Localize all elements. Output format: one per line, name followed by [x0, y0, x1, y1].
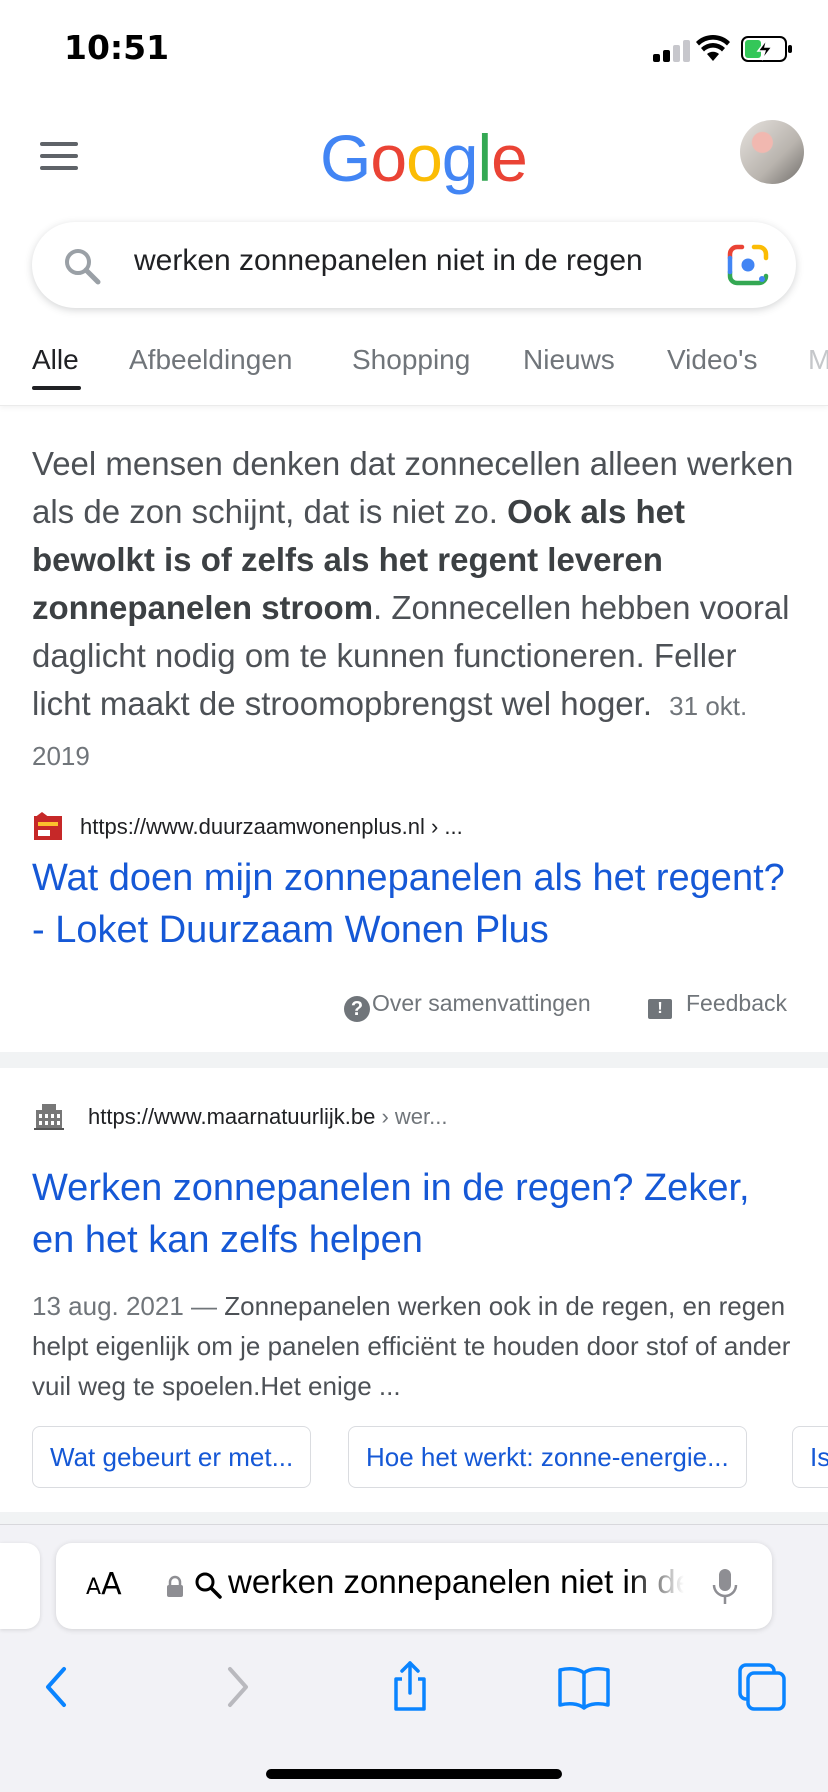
about-label: Over samenvattingen: [372, 990, 591, 1016]
account-avatar[interactable]: [740, 120, 804, 184]
safari-toolbar: AA werken zonnepanelen niet in de regen: [0, 1524, 828, 1792]
tab-videos[interactable]: Video's: [667, 344, 757, 376]
feedback-link[interactable]: ! Feedback: [648, 990, 787, 1019]
active-tab-indicator: [32, 386, 81, 390]
wifi-icon: [696, 34, 730, 61]
result-date: 13 aug. 2021: [32, 1291, 184, 1321]
logo-letter: l: [477, 121, 493, 195]
sitelink-chip[interactable]: Hoe het werkt: zonne-energie...: [348, 1426, 747, 1488]
result-divider: [0, 1512, 828, 1524]
featured-snippet-text: Veel mensen denken dat zonnecellen allee…: [32, 440, 802, 780]
aa-small: A: [86, 1575, 102, 1600]
bookmarks-icon[interactable]: [554, 1657, 614, 1717]
logo-letter: o: [406, 121, 443, 195]
status-bar: 10:51: [0, 0, 828, 100]
source-crumb: › wer...: [375, 1104, 448, 1129]
aa-large: A: [101, 1567, 122, 1602]
tab-shopping[interactable]: Shopping: [352, 344, 470, 376]
google-lens-icon[interactable]: [726, 244, 770, 286]
address-text: werken zonnepanelen niet in de regen: [228, 1563, 684, 1600]
home-indicator: [266, 1769, 562, 1779]
microphone-icon[interactable]: [712, 1567, 738, 1607]
logo-letter: G: [320, 121, 371, 195]
address-bar[interactable]: AA werken zonnepanelen niet in de regen: [56, 1543, 772, 1629]
logo-letter: e: [491, 121, 528, 195]
about-snippets-link[interactable]: ? Over samenvattingen: [344, 990, 591, 1022]
battery-charging-icon: [741, 36, 792, 62]
back-icon[interactable]: [28, 1657, 88, 1717]
source-domain: https://www.maarnatuurlijk.be: [88, 1104, 376, 1129]
feedback-icon: !: [648, 999, 672, 1019]
google-logo[interactable]: Google: [320, 120, 528, 196]
source-crumb: › ...: [424, 814, 463, 839]
source-domain: https://www.duurzaamwonenplus.nl: [80, 814, 425, 839]
share-icon[interactable]: [380, 1657, 440, 1717]
building-favicon-icon: [34, 1104, 64, 1130]
tabs-icon[interactable]: [732, 1657, 792, 1717]
tab-more[interactable]: M: [808, 344, 828, 376]
tab-afbeeldingen[interactable]: Afbeeldingen: [129, 344, 292, 376]
google-header: Google: [0, 100, 828, 220]
result-source[interactable]: https://www.maarnatuurlijk.be › wer...: [32, 1098, 802, 1138]
result-title-link[interactable]: Werken zonnepanelen in de regen? Zeker, …: [32, 1162, 802, 1266]
snippet-footer: ? Over samenvattingen ! Feedback: [0, 984, 828, 1026]
search-tabs: Alle Afbeeldingen Shopping Nieuws Video'…: [0, 336, 828, 406]
snippet-source[interactable]: https://www.duurzaamwonenplus.nl › ...: [32, 810, 802, 846]
search-icon: [195, 1572, 222, 1599]
search-input[interactable]: werken zonnepanelen niet in de regen: [134, 244, 643, 278]
site-favicon-icon: [32, 810, 64, 842]
tab-nieuws[interactable]: Nieuws: [523, 344, 615, 376]
result-separator: —: [183, 1291, 225, 1321]
hamburger-menu-icon[interactable]: [40, 142, 80, 172]
previous-tab-peek[interactable]: [0, 1543, 40, 1629]
sitelink-chips: Wat gebeurt er met... Hoe het werkt: zon…: [32, 1426, 828, 1490]
cellular-signal-icon: [653, 38, 691, 62]
feedback-label: Feedback: [686, 990, 788, 1016]
snippet-source-url: https://www.duurzaamwonenplus.nl › ...: [80, 814, 463, 840]
forward-icon[interactable]: [206, 1657, 266, 1717]
lock-icon: [167, 1575, 183, 1597]
help-icon: ?: [344, 996, 370, 1022]
logo-letter: g: [441, 121, 479, 195]
search-box[interactable]: werken zonnepanelen niet in de regen: [32, 222, 796, 308]
snippet-title-link[interactable]: Wat doen mijn zonnepanelen als het regen…: [32, 852, 802, 956]
search-icon: [65, 249, 101, 285]
result-divider: [0, 1052, 828, 1068]
sitelink-chip[interactable]: Is: [792, 1426, 828, 1488]
status-time: 10:51: [64, 28, 170, 67]
result-source-url: https://www.maarnatuurlijk.be › wer...: [88, 1104, 447, 1130]
reader-settings-button[interactable]: AA: [86, 1567, 122, 1602]
sitelink-chip[interactable]: Wat gebeurt er met...: [32, 1426, 312, 1488]
logo-letter: o: [370, 121, 407, 195]
result-description: 13 aug. 2021 — Zonnepanelen werken ook i…: [32, 1286, 802, 1406]
tab-alle[interactable]: Alle: [32, 344, 79, 376]
